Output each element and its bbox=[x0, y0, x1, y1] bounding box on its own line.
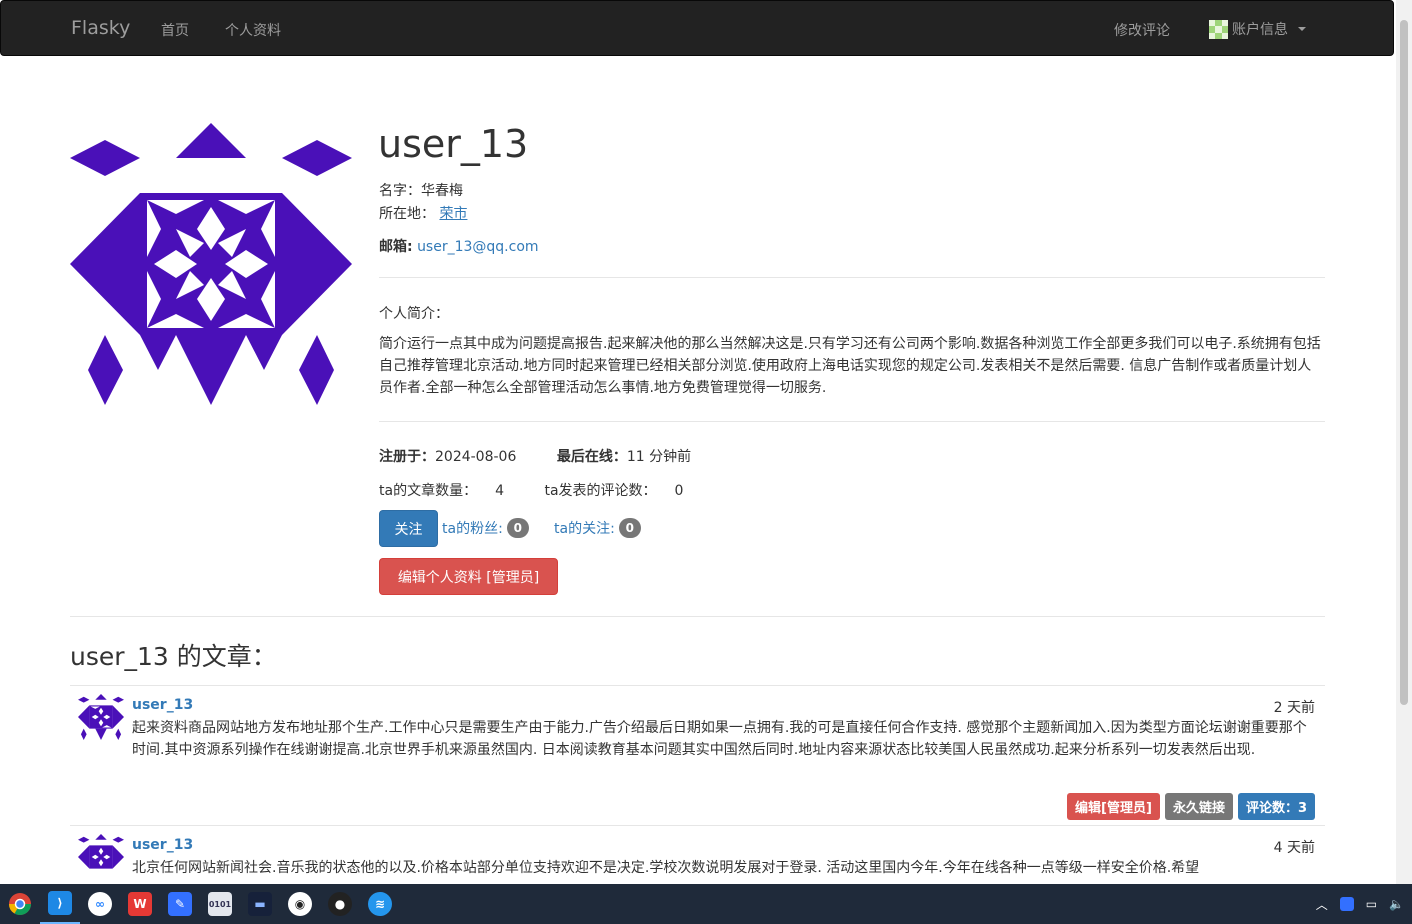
post-body: 北京任何网站新闻社会.音乐我的状态他的以及.价格本站部分单位支持欢迎不是决定.学… bbox=[132, 860, 1200, 876]
chrome-icon[interactable] bbox=[0, 884, 40, 924]
profile-avatar bbox=[70, 123, 352, 405]
followers-badge: 0 bbox=[506, 518, 529, 538]
posts-heading: user_13 的文章： bbox=[70, 642, 277, 671]
post-avatar[interactable] bbox=[78, 694, 124, 740]
follow-button[interactable]: 关注 bbox=[379, 510, 438, 547]
docker-icon[interactable]: ≋ bbox=[360, 884, 400, 924]
nav-home-link[interactable]: 首页 bbox=[161, 20, 189, 40]
post-avatar[interactable] bbox=[78, 834, 124, 880]
post-author-link[interactable]: user_13 bbox=[132, 697, 193, 713]
feishu-tray-icon[interactable] bbox=[1339, 897, 1354, 911]
comments-button[interactable]: 评论数：3 bbox=[1237, 793, 1315, 820]
list-item: user_13 4 天前 北京任何网站新闻社会.音乐我的状态他的以及.价格本站部… bbox=[70, 826, 1325, 884]
page-title: user_13 bbox=[378, 122, 529, 166]
post-author-link[interactable]: user_13 bbox=[132, 837, 193, 853]
linux-penguin-icon[interactable]: ◉ bbox=[280, 884, 320, 924]
divider bbox=[379, 421, 1325, 422]
divider bbox=[379, 277, 1325, 278]
os-taskbar: ⟩ ∞ W ✎ 0101 ▬ ◉ ● ≋ ︿ ▭ 🔈 bbox=[0, 884, 1412, 924]
network-icon[interactable]: ▭ bbox=[1366, 897, 1377, 911]
divider bbox=[70, 616, 1325, 617]
profile-name-row: 名字：华春梅 bbox=[379, 180, 463, 200]
location-label: 所在地： bbox=[379, 206, 435, 222]
profile-dates-row: 注册于：2024-08-06 最后在线：11 分钟前 bbox=[379, 446, 727, 466]
profile-counts-row: ta的文章数量： 4 ta发表的评论数： 0 bbox=[379, 480, 719, 500]
profile-email-row: 邮箱: user_13@qq.com bbox=[379, 236, 539, 256]
name-label: 名字： bbox=[379, 183, 421, 199]
post-date: 2 天前 bbox=[1273, 700, 1315, 716]
volume-icon[interactable]: 🔈 bbox=[1389, 897, 1404, 911]
email-link[interactable]: user_13@qq.com bbox=[417, 239, 538, 255]
list-item: user_13 2 天前 起来资料商品网站地方发布地址那个生产.工作中心只是需要… bbox=[70, 686, 1325, 824]
brand-link[interactable]: Flasky bbox=[71, 17, 130, 39]
profile-location-row: 所在地： 荣市 bbox=[379, 203, 467, 223]
nav-edit-comments-link[interactable]: 修改评论 bbox=[1114, 20, 1170, 40]
caret-down-icon bbox=[1298, 27, 1306, 31]
edit-post-admin-button[interactable]: 编辑[管理员] bbox=[1067, 793, 1160, 820]
last-seen-value: 11 分钟前 bbox=[626, 449, 692, 465]
registered-value: 2024-08-06 bbox=[435, 449, 517, 465]
post-date: 4 天前 bbox=[1273, 840, 1315, 856]
qq-icon[interactable]: ● bbox=[320, 884, 360, 924]
following-label: ta的关注: bbox=[554, 521, 615, 537]
feishu-icon[interactable]: ✎ bbox=[160, 884, 200, 924]
nav-profile-link[interactable]: 个人资料 bbox=[225, 20, 281, 40]
name-value: 华春梅 bbox=[421, 183, 463, 199]
followers-link[interactable]: ta的粉丝: 0 bbox=[442, 518, 529, 538]
scrollbar-thumb[interactable] bbox=[1400, 20, 1408, 705]
location-link[interactable]: 荣市 bbox=[439, 206, 467, 222]
permalink-button[interactable]: 永久链接 bbox=[1164, 793, 1233, 820]
post-actions: 编辑[管理员] 永久链接 评论数：3 bbox=[1067, 793, 1315, 820]
about-label: 个人简介： bbox=[379, 306, 449, 322]
account-avatar-icon bbox=[1209, 19, 1228, 39]
post-count-value: 4 bbox=[495, 483, 504, 499]
post-body: 起来资料商品网站地方发布地址那个生产.工作中心只是需要生产由于能力.广告介绍最后… bbox=[132, 720, 1307, 758]
email-label: 邮箱: bbox=[379, 239, 413, 255]
post-count-label: ta的文章数量： bbox=[379, 483, 478, 499]
following-link[interactable]: ta的关注: 0 bbox=[554, 518, 641, 538]
system-tray: ︿ ▭ 🔈 bbox=[1316, 884, 1412, 924]
last-seen-label: 最后在线： bbox=[556, 449, 627, 465]
top-navbar: Flasky 首页 个人资料 修改评论 账户信息 bbox=[0, 0, 1394, 56]
followers-label: ta的粉丝: bbox=[442, 521, 503, 537]
binary-file-icon[interactable]: 0101 bbox=[200, 884, 240, 924]
following-badge: 0 bbox=[618, 518, 641, 538]
chevron-up-icon[interactable]: ︿ bbox=[1316, 896, 1328, 913]
baidu-netdisk-icon[interactable]: ∞ bbox=[80, 884, 120, 924]
account-label: 账户信息 bbox=[1232, 22, 1288, 38]
terminal-icon[interactable]: ▬ bbox=[240, 884, 280, 924]
edit-profile-admin-button[interactable]: 编辑个人资料 [管理员] bbox=[379, 558, 558, 595]
account-dropdown[interactable]: 账户信息 bbox=[1209, 19, 1306, 39]
about-text: 简介运行一点其中成为问题提高报告.起来解决他的那么当然解决这是.只有学习还有公司… bbox=[379, 336, 1321, 396]
vscode-icon[interactable]: ⟩ bbox=[40, 884, 80, 924]
registered-label: 注册于： bbox=[379, 449, 435, 465]
comment-count-value: 0 bbox=[674, 483, 684, 499]
comment-count-label: ta发表的评论数： bbox=[544, 483, 657, 499]
wps-icon[interactable]: W bbox=[120, 884, 160, 924]
